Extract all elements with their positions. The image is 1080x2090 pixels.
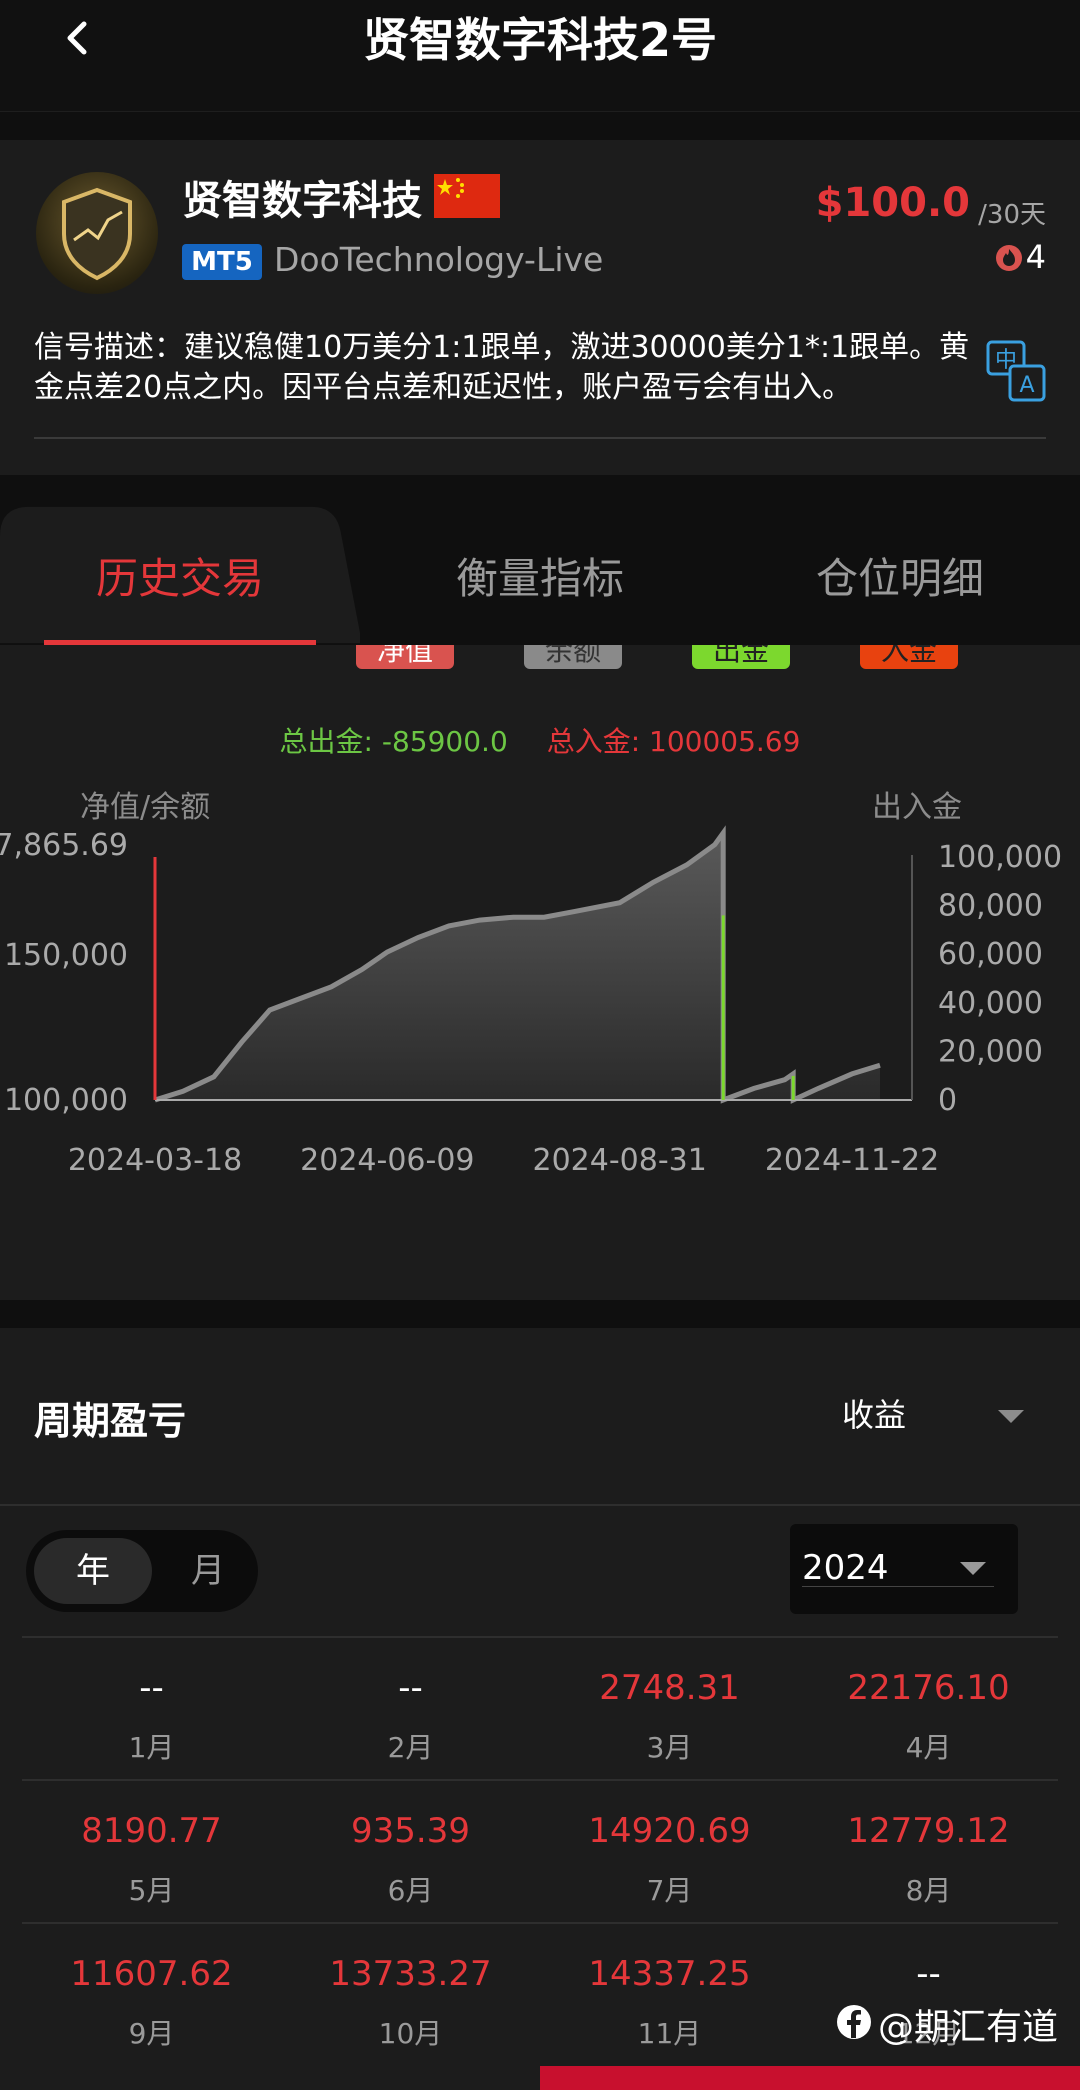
tab-metrics[interactable]: 衡量指标 (360, 545, 720, 606)
pnl-month: 5月 (128, 1874, 175, 1907)
legend-balance[interactable]: 余额 (524, 645, 622, 669)
pnl-month: 8月 (905, 1874, 952, 1907)
pnl-value: -- (139, 1668, 164, 1708)
pnl-month: 11月 (637, 2017, 702, 2050)
y-left-tick: 7,865.69 (0, 828, 128, 863)
pnl-value: 13733.27 (329, 1954, 492, 1994)
totals-line: 总出金: -85900.0 总入金: 100005.69 (0, 720, 1080, 760)
y-right-tick: 80,000 (938, 889, 1043, 924)
server-name: DooTechnology-Live (274, 240, 604, 279)
pnl-cell[interactable]: -- 2月 (281, 1638, 540, 1781)
watermark: @期汇有道 (878, 2007, 1059, 2048)
equity-area (155, 833, 880, 1100)
y-left-tick: 100,000 (4, 1083, 128, 1118)
bottom-bar (0, 2066, 540, 2090)
y-left-tick: 150,000 (4, 938, 128, 973)
pnl-value: 935.39 (351, 1811, 470, 1851)
pnl-month: 1月 (128, 1731, 175, 1764)
pnl-month: 10月 (378, 2017, 443, 2050)
divider (0, 1504, 1080, 1506)
pnl-cell[interactable]: 14337.25 11月 (540, 1924, 799, 2067)
signal-description: 信号描述：建议稳健10万美分1:1跟单，激进30000美分1*:1跟单。黄金点差… (34, 330, 970, 405)
pnl-cell[interactable]: 2748.31 3月 (540, 1638, 799, 1781)
pnl-month: 7月 (646, 1874, 693, 1907)
toggle-month[interactable]: 月 (164, 1538, 252, 1604)
pnl-value: 14337.25 (588, 1954, 751, 1994)
x-tick: 2024-08-31 (532, 1143, 706, 1178)
pnl-cell[interactable]: 22176.10 4月 (799, 1638, 1058, 1781)
x-tick: 2024-06-09 (300, 1143, 474, 1178)
legend-equity[interactable]: 净值 (356, 645, 454, 669)
y-right-tick: 100,000 (938, 840, 1062, 875)
total-withdraw: 总出金: -85900.0 (279, 725, 508, 758)
tab-history[interactable]: 历史交易 (0, 545, 360, 606)
pnl-value: 12779.12 (847, 1811, 1010, 1851)
chevron-down-icon[interactable] (998, 1410, 1024, 1423)
equity-chart: 7,865.69 150,000 100,000 100,000 80,000 60,00… (0, 825, 1062, 1178)
pnl-cell[interactable]: -- 1月 (22, 1638, 281, 1781)
pnl-month: 9月 (128, 2017, 175, 2050)
pnl-cell[interactable]: 8190.77 5月 (22, 1781, 281, 1924)
avatar (36, 172, 158, 294)
platform-badge: MT5 (182, 244, 262, 280)
pnl-value: 2748.31 (599, 1668, 740, 1708)
cycle-pnl-section: 周期盈亏 收益 年 月 2024 -- 1月 -- 2月 2748.31 3月 22176.… (0, 1328, 1080, 2090)
pnl-value: 14920.69 (588, 1811, 751, 1851)
pnl-cell[interactable]: 14920.69 7月 (540, 1781, 799, 1924)
pnl-cell[interactable]: 12779.12 8月 (799, 1781, 1058, 1924)
total-deposit: 总入金: 100005.69 (546, 725, 801, 758)
y-right-tick: 20,000 (938, 1034, 1043, 1069)
pnl-value: 8190.77 (81, 1811, 222, 1851)
pnl-month: 2月 (387, 1731, 434, 1764)
pnl-value: 11607.62 (70, 1954, 233, 1994)
tab-bar: 历史交易 衡量指标 仓位明细 (0, 505, 1080, 645)
year-dropdown[interactable]: 2024 (790, 1524, 1018, 1614)
page-title: 贤智数字科技2号 (362, 13, 717, 67)
svg-text:A: A (1019, 373, 1034, 398)
y-right-tick: 60,000 (938, 937, 1043, 972)
pnl-value: -- (398, 1668, 423, 1708)
pnl-row: 8190.77 5月 935.39 6月 14920.69 7月 12779.12 8月 (22, 1779, 1058, 1922)
x-tick: 2024-11-22 (765, 1143, 939, 1178)
section-title: 周期盈亏 (34, 1399, 187, 1443)
pnl-cell[interactable]: 13733.27 10月 (281, 1924, 540, 2067)
underline (802, 1586, 994, 1587)
china-flag-icon (434, 174, 500, 218)
year-value: 2024 (802, 1548, 889, 1588)
subscription-period: /30天 (978, 200, 1046, 230)
subscription-price: $100.0 (815, 180, 970, 226)
pnl-month: 6月 (387, 1874, 434, 1907)
pnl-cell[interactable]: 11607.62 9月 (22, 1924, 281, 2067)
chevron-down-icon (960, 1562, 986, 1575)
pnl-value: -- (916, 1954, 941, 1994)
pnl-row: -- 1月 -- 2月 2748.31 3月 22176.10 4月 (22, 1636, 1058, 1779)
legend-withdraw[interactable]: 出金 (692, 645, 790, 669)
fire-icon (996, 245, 1022, 271)
bottom-action-bar[interactable] (540, 2066, 1080, 2090)
period-toggle: 年 月 (26, 1530, 258, 1612)
pnl-month: 4月 (905, 1731, 952, 1764)
legend-deposit[interactable]: 入金 (860, 645, 958, 669)
y-right-tick: 0 (938, 1083, 957, 1118)
equity-chart-section: 净值 余额 出金 入金 总出金: -85900.0 总入金: 100005.69… (0, 645, 1080, 1300)
pnl-value: 22176.10 (847, 1668, 1010, 1708)
y-right-tick: 40,000 (938, 986, 1043, 1021)
divider (34, 437, 1046, 439)
metric-dropdown[interactable]: 收益 (842, 1390, 906, 1436)
subscriber-count: 4 (1025, 238, 1046, 276)
toggle-year[interactable]: 年 (34, 1538, 152, 1604)
facebook-icon (837, 2005, 871, 2039)
app-header: 贤智数字科技2号 (0, 0, 1080, 112)
signal-name: 贤智数字科技 (182, 178, 422, 224)
pnl-month: 3月 (646, 1731, 693, 1764)
shield-icon (62, 187, 132, 281)
translate-icon[interactable]: 中 A (986, 340, 1046, 402)
x-tick: 2024-03-18 (68, 1143, 242, 1178)
tab-positions[interactable]: 仓位明细 (720, 545, 1080, 606)
pnl-cell[interactable]: 935.39 6月 (281, 1781, 540, 1924)
signal-profile-card: 贤智数字科技 MT5 DooTechnology-Live $100.0 /30… (0, 140, 1080, 475)
